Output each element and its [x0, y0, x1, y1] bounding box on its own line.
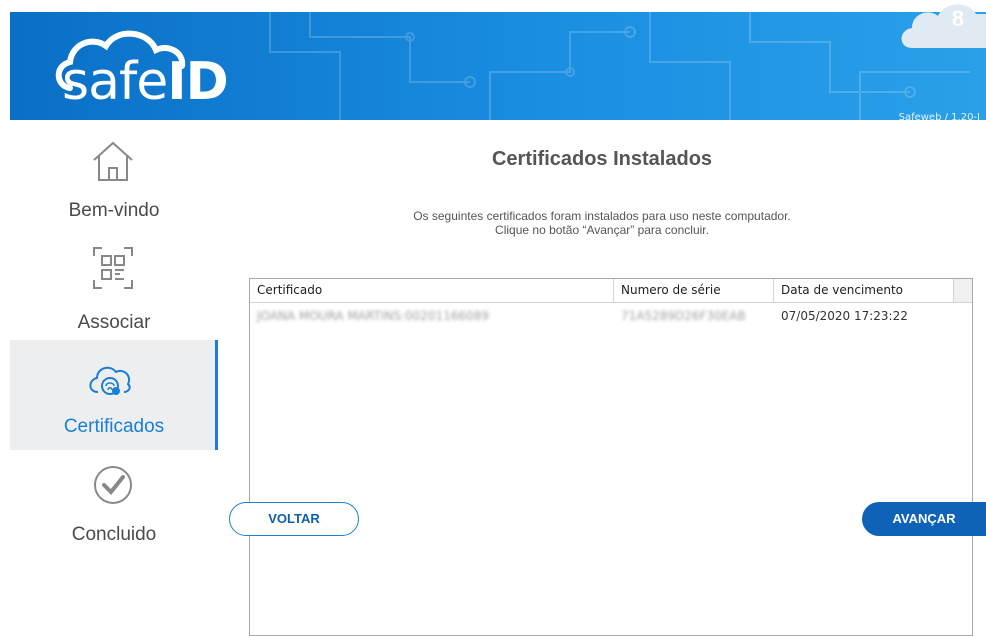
column-header-vencimento[interactable]: Data de vencimento	[774, 279, 954, 302]
sidebar-item-certificados[interactable]: Certificados	[10, 340, 218, 450]
table-header: Certificado Numero de série Data de venc…	[250, 279, 972, 303]
header-spacer	[954, 279, 972, 302]
next-button[interactable]: AVANÇAR	[862, 502, 986, 536]
sidebar-item-label: Associar	[77, 312, 151, 333]
cell-vencimento: 07/05/2020 17:23:22	[781, 309, 908, 323]
app-header: safeID Safeweb / 1.20-I	[10, 12, 986, 120]
description-line: Os seguintes certificados foram instalad…	[413, 209, 791, 223]
column-header-serie[interactable]: Numero de série	[614, 279, 774, 302]
sidebar: Bem-vindo Associar Certificados Concluid…	[10, 120, 218, 552]
cell-serie: 71A5289D26F30EAB	[621, 309, 746, 323]
sidebar-item-associar[interactable]: Associar	[10, 242, 218, 348]
page-title: Certificados Instalados	[491, 148, 713, 170]
description-line: Clique no botão “Avançar” para concluir.	[495, 223, 709, 237]
qr-code-icon	[93, 247, 133, 289]
cloud-fingerprint-icon	[89, 366, 131, 395]
certificates-table[interactable]: Certificado Numero de série Data de venc…	[249, 278, 973, 636]
version-label: Safeweb / 1.20-I	[898, 112, 980, 120]
sidebar-item-label: Concluido	[71, 524, 157, 545]
notification-badge: 8	[951, 6, 965, 31]
logo-text: safeID	[62, 52, 229, 112]
sidebar-item-label: Certificados	[63, 416, 165, 437]
sidebar-item-label: Bem-vindo	[68, 200, 160, 221]
back-button[interactable]: VOLTAR	[229, 502, 359, 536]
home-icon	[93, 141, 133, 181]
sidebar-item-bem-vindo[interactable]: Bem-vindo	[10, 120, 218, 232]
check-circle-icon	[94, 466, 132, 504]
main-content: Certificados Instalados Os seguintes cer…	[218, 120, 986, 636]
cell-certificado: JOANA MOURA MARTINS:00201166089	[257, 309, 489, 323]
page-description: Os seguintes certificados foram instalad…	[218, 209, 986, 237]
sidebar-item-concluido[interactable]: Concluido	[10, 458, 218, 552]
table-row[interactable]: JOANA MOURA MARTINS:00201166089 71A5289D…	[250, 303, 972, 330]
column-header-certificado[interactable]: Certificado	[250, 279, 614, 302]
